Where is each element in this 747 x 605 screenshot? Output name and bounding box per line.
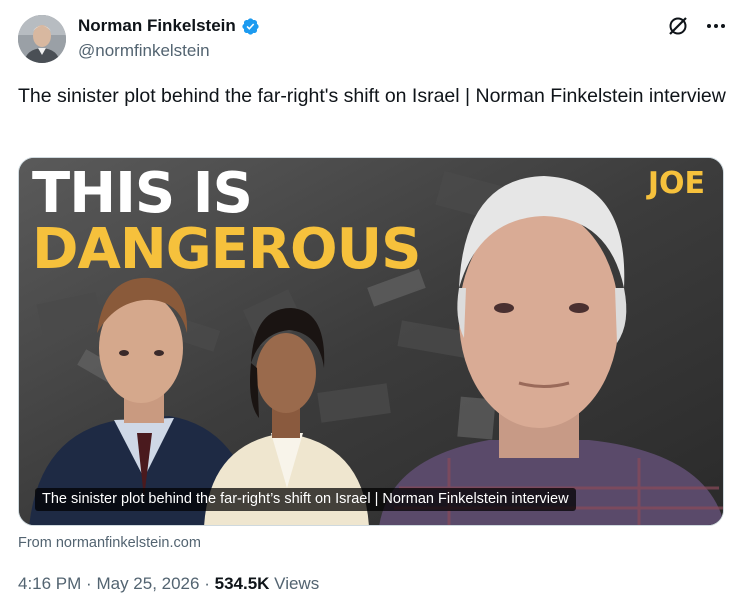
author-name-row: Norman Finkelstein	[78, 16, 260, 36]
more-horizontal-icon	[707, 24, 725, 28]
author-avatar[interactable]	[18, 15, 66, 63]
views-label: Views	[274, 574, 320, 593]
views-count: 534.5K	[214, 574, 270, 593]
author-display-name[interactable]: Norman Finkelstein	[78, 16, 236, 36]
more-options-button[interactable]	[704, 14, 728, 38]
tweet-time[interactable]: 4:16 PM	[18, 574, 81, 593]
meta-separator: ·	[86, 574, 92, 593]
author-handle[interactable]: @normfinkelstein	[78, 41, 210, 61]
tweet-text: The sinister plot behind the far-right's…	[18, 85, 726, 107]
thumbnail-headline-line1: THIS IS	[32, 161, 253, 226]
thumbnail-headline-line2: DANGEROUS	[32, 217, 421, 282]
verified-badge-icon	[242, 17, 259, 35]
avatar-image	[18, 15, 66, 63]
tweet-date[interactable]: May 25, 2026	[96, 574, 199, 593]
meta-separator: ·	[204, 574, 210, 593]
media-card[interactable]: THIS IS DANGEROUS JOE The sinister plot …	[18, 157, 724, 526]
media-caption: The sinister plot behind the far-right’s…	[35, 488, 576, 511]
tweet-meta: 4:16 PM · May 25, 2026 · 534.5K Views	[18, 574, 319, 594]
source-link[interactable]: From normanfinkelstein.com	[18, 535, 201, 551]
grok-slash-icon	[669, 17, 687, 35]
grok-button[interactable]	[666, 14, 690, 38]
thumbnail-brand-logo: JOE	[647, 166, 705, 201]
